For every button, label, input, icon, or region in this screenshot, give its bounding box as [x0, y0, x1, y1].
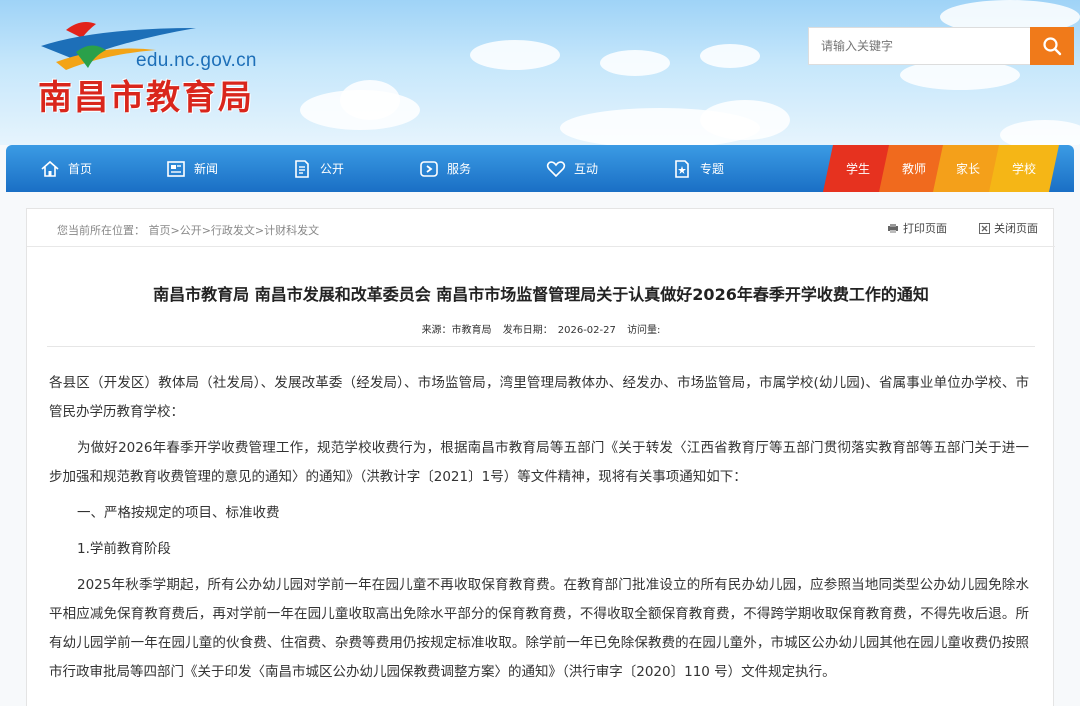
topic-icon: [675, 159, 689, 178]
nav-item-label: 互动: [574, 162, 599, 176]
nav-item-open[interactable]: 公开: [292, 145, 344, 192]
home-icon: [41, 160, 59, 177]
nav-item-label: 首页: [68, 162, 93, 176]
document-icon: [295, 159, 309, 178]
nav-item-interact[interactable]: 互动: [546, 145, 598, 192]
site-header: edu.nc.gov.cn 南昌市教育局: [0, 0, 1080, 145]
print-page-label: 打印页面: [903, 222, 947, 235]
site-domain: edu.nc.gov.cn: [136, 50, 257, 71]
breadcrumb: 您当前所在位置： 首页>公开>行政发文>计财科发文: [57, 222, 319, 238]
close-page-label: 关闭页面: [994, 222, 1038, 235]
search-button[interactable]: [1030, 27, 1074, 65]
heart-icon: [546, 160, 566, 177]
main-nav: 首页 新闻 公开 服务 互动 专题 学生 教师 家长 学校: [6, 145, 1074, 192]
nav-item-label: 专题: [700, 162, 725, 176]
service-icon: [420, 160, 438, 177]
article-paragraph: 为做好2026年春季开学收费管理工作，规范学校收费行为，根据南昌市教育局等五部门…: [49, 440, 1029, 485]
nav-item-label: 服务: [447, 162, 472, 176]
article-title: 南昌市教育局 南昌市发展和改革委员会 南昌市市场监督管理局关于认真做好2026年…: [153, 285, 929, 304]
breadcrumb-path[interactable]: 首页>公开>行政发文>计财科发文: [149, 224, 320, 237]
nav-item-label: 公开: [320, 162, 345, 176]
breadcrumb-bar: 您当前所在位置： 首页>公开>行政发文>计财科发文 打印页面 关闭页面: [27, 209, 1055, 247]
search-icon: [1043, 37, 1062, 56]
role-tab-parent[interactable]: 家长: [933, 145, 1003, 192]
site-title[interactable]: 南昌市教育局: [38, 70, 254, 119]
article-paragraph: 2025年秋季学期起，所有公办幼儿园对学前一年在园儿童不再收取保育教育费。在教育…: [49, 577, 1029, 680]
print-page-button[interactable]: 打印页面: [887, 220, 947, 236]
role-tab-label: 学校: [1011, 162, 1036, 176]
search-box: [808, 27, 1074, 65]
nav-item-home[interactable]: 首页: [40, 145, 92, 192]
title-divider: [47, 346, 1035, 347]
article-body: 各县区（开发区）教体局（社发局）、发展改革委（经发局）、市场监管局，湾里管理局教…: [49, 369, 1029, 694]
role-tab-school[interactable]: 学校: [989, 145, 1059, 192]
role-tab-student[interactable]: 学生: [823, 145, 893, 192]
article-paragraph: 一、严格按规定的项目、标准收费: [77, 505, 280, 521]
search-input[interactable]: [809, 28, 1031, 64]
role-tab-label: 学生: [845, 162, 870, 176]
close-icon: [979, 222, 990, 234]
nav-item-topic[interactable]: 专题: [672, 145, 724, 192]
article-meta: 来源：市教育局 发布日期： 2026-02-27 访问量:: [27, 321, 1055, 336]
article-date: 发布日期： 2026-02-27: [502, 325, 616, 336]
printer-icon: [888, 223, 898, 233]
article-paragraph: 1.学前教育阶段: [77, 541, 171, 557]
nav-item-service[interactable]: 服务: [419, 145, 471, 192]
news-icon: [167, 160, 185, 177]
article-source: 来源：市教育局: [421, 325, 492, 336]
article-views: 访问量:: [627, 325, 661, 336]
role-tab-label: 家长: [955, 162, 980, 176]
nav-item-label: 新闻: [194, 162, 219, 176]
role-tab-label: 教师: [901, 162, 926, 176]
article-paragraph: 各县区（开发区）教体局（社发局）、发展改革委（经发局）、市场监管局，湾里管理局教…: [49, 375, 1029, 420]
article-panel: 您当前所在位置： 首页>公开>行政发文>计财科发文 打印页面 关闭页面 南昌市教…: [26, 208, 1055, 706]
nav-item-news[interactable]: 新闻: [166, 145, 218, 192]
breadcrumb-prefix: 您当前所在位置：: [57, 224, 145, 237]
close-page-button[interactable]: 关闭页面: [979, 220, 1038, 236]
